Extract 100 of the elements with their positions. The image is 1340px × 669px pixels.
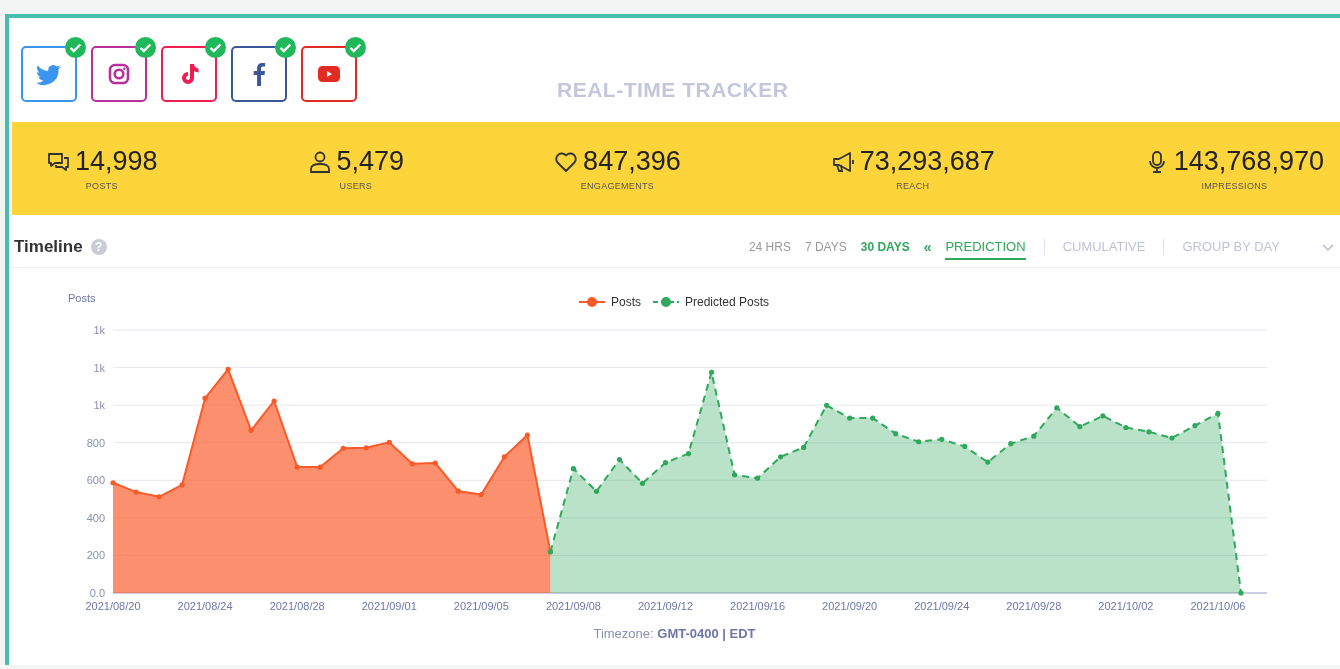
data-point bbox=[1192, 423, 1198, 429]
megaphone-icon bbox=[830, 149, 855, 174]
data-point bbox=[1031, 433, 1037, 439]
tick-label: 2021/09/24 bbox=[914, 600, 970, 612]
data-point bbox=[870, 415, 876, 421]
collapse-toggle[interactable]: « bbox=[923, 239, 932, 255]
range-tab[interactable]: 24 HRS bbox=[748, 240, 791, 254]
tick-label: 2021/08/20 bbox=[85, 600, 141, 612]
stat-label: POSTS bbox=[85, 181, 118, 191]
data-point bbox=[824, 402, 830, 408]
tick-label: 2021/10/06 bbox=[1190, 600, 1246, 612]
tick-label: 2021/09/20 bbox=[822, 600, 878, 612]
data-point bbox=[501, 454, 507, 460]
data-point bbox=[662, 460, 669, 466]
stat-value: 847,396 bbox=[583, 146, 681, 177]
data-point bbox=[1169, 435, 1175, 441]
data-point bbox=[317, 464, 323, 470]
tick-label: 2021/09/12 bbox=[637, 600, 693, 612]
data-point bbox=[386, 439, 392, 445]
tick-label: 800 bbox=[86, 436, 105, 449]
data-point bbox=[455, 488, 461, 494]
tick-label: 1k bbox=[93, 361, 105, 374]
data-point bbox=[847, 415, 853, 421]
data-point bbox=[409, 461, 415, 467]
twitter-toggle[interactable] bbox=[21, 46, 77, 102]
stat-value: 14,998 bbox=[75, 146, 158, 177]
facebook-toggle[interactable] bbox=[231, 46, 287, 102]
data-point bbox=[708, 369, 715, 375]
help-icon[interactable]: ? bbox=[90, 239, 107, 255]
data-point bbox=[363, 445, 369, 451]
data-point bbox=[1077, 423, 1083, 430]
data-point bbox=[639, 480, 646, 486]
tiktok-toggle[interactable] bbox=[161, 46, 217, 102]
data-point bbox=[1146, 429, 1152, 435]
timezone-text: Timezone: GMT-0400 | EDT bbox=[592, 626, 757, 641]
data-point bbox=[1100, 413, 1106, 419]
section-title: Timeline bbox=[14, 237, 83, 257]
data-point bbox=[1123, 424, 1129, 431]
stat-label: REACH bbox=[896, 181, 930, 191]
axis-title: Posts bbox=[68, 292, 96, 304]
range-tab[interactable]: 30 DAYS bbox=[860, 240, 910, 254]
data-point bbox=[340, 445, 346, 451]
tick-label: 2021/09/05 bbox=[453, 600, 509, 612]
stat-label: IMPRESSIONS bbox=[1201, 181, 1268, 191]
data-point bbox=[478, 491, 484, 498]
data-point bbox=[133, 489, 139, 495]
user-icon bbox=[307, 149, 332, 174]
data-point bbox=[754, 475, 761, 481]
data-point bbox=[1008, 441, 1014, 447]
tick-label: 1k bbox=[93, 324, 105, 336]
legend-marker-icon bbox=[578, 297, 606, 307]
data-point bbox=[685, 451, 692, 457]
legend-label[interactable]: Predicted Posts bbox=[685, 295, 770, 309]
data-point bbox=[962, 443, 968, 450]
youtube-toggle[interactable] bbox=[301, 46, 357, 102]
data-point bbox=[893, 431, 899, 437]
legend-marker-icon bbox=[652, 297, 680, 307]
tick-label: 400 bbox=[86, 511, 105, 524]
data-point bbox=[939, 436, 945, 442]
data-point bbox=[432, 460, 438, 466]
tick-label: 2021/09/16 bbox=[730, 600, 786, 612]
range-tab[interactable]: 7 DAYS bbox=[804, 240, 847, 254]
tick-label: 1k bbox=[93, 399, 105, 412]
tick-label: 0.0 bbox=[89, 587, 105, 599]
data-point bbox=[248, 427, 254, 433]
tick-label: 2021/09/28 bbox=[1006, 600, 1062, 612]
mode-tab[interactable]: CUMULATIVE bbox=[1062, 234, 1146, 260]
page-title: REAL-TIME TRACKER bbox=[557, 78, 789, 102]
tick-label: 2021/10/02 bbox=[1098, 600, 1154, 612]
tick-label: 2021/09/01 bbox=[361, 600, 417, 612]
instagram-toggle[interactable] bbox=[91, 46, 147, 102]
legend-label[interactable]: Posts bbox=[611, 295, 641, 309]
data-point bbox=[179, 482, 185, 488]
data-point bbox=[801, 444, 807, 450]
data-point bbox=[570, 466, 576, 472]
data-point bbox=[110, 480, 116, 486]
mode-tab[interactable]: PREDICTION bbox=[945, 234, 1026, 260]
tick-label: 2021/08/28 bbox=[269, 600, 325, 612]
data-point bbox=[225, 366, 231, 372]
mode-tab[interactable]: GROUP BY DAY bbox=[1182, 234, 1280, 260]
stat-value: 5,479 bbox=[336, 146, 405, 177]
data-point bbox=[1238, 590, 1244, 596]
data-point bbox=[731, 472, 738, 478]
data-point bbox=[156, 494, 162, 500]
data-point bbox=[271, 398, 277, 404]
data-point bbox=[916, 439, 922, 445]
tick-label: 2021/08/24 bbox=[177, 600, 233, 612]
stat-label: USERS bbox=[339, 181, 373, 191]
stat-value: 143,768,970 bbox=[1173, 146, 1324, 177]
data-point bbox=[1054, 405, 1060, 411]
data-point bbox=[985, 459, 991, 465]
data-point bbox=[294, 464, 300, 470]
tick-label: 200 bbox=[86, 549, 105, 562]
tick-label: 2021/09/08 bbox=[545, 600, 601, 612]
data-point bbox=[778, 454, 784, 460]
tick-label: 600 bbox=[86, 474, 105, 487]
data-point bbox=[593, 488, 600, 494]
data-point bbox=[202, 395, 208, 401]
data-point bbox=[1215, 410, 1221, 416]
stat-value: 73,293,687 bbox=[859, 146, 995, 177]
